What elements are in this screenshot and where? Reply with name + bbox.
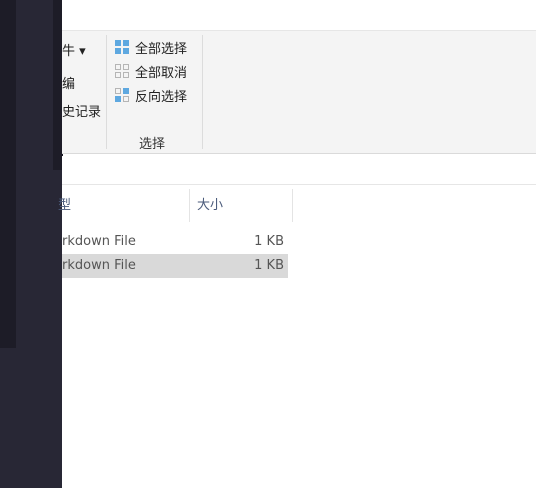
- select-none-button[interactable]: 全部取消: [114, 61, 187, 81]
- column-header-size[interactable]: 大小: [197, 186, 223, 222]
- column-header-row: 型 大小: [58, 186, 536, 222]
- select-all-label: 全部选择: [135, 41, 188, 57]
- column-separator[interactable]: [292, 189, 293, 222]
- ribbon-left-item-1[interactable]: 牛 ▾: [62, 40, 86, 59]
- file-row-selected[interactable]: rkdown File 1 KB: [62, 254, 288, 278]
- ribbon-left-item-2[interactable]: 编: [62, 73, 75, 92]
- select-none-label: 全部取消: [135, 65, 188, 81]
- file-type: rkdown File: [62, 258, 136, 273]
- file-type: rkdown File: [62, 234, 136, 249]
- ribbon-separator: [202, 35, 203, 149]
- file-size: 1 KB: [254, 234, 284, 249]
- background-window-dark-pane: [0, 0, 16, 348]
- ribbon-separator: [106, 35, 107, 149]
- select-none-icon: [115, 64, 129, 78]
- select-all-button[interactable]: 全部选择: [114, 37, 187, 57]
- column-header-type[interactable]: 型: [58, 186, 71, 222]
- select-all-icon: [115, 40, 129, 54]
- address-bar-area: [62, 156, 536, 185]
- invert-selection-label: 反向选择: [135, 89, 188, 105]
- ribbon: 牛 ▾ 编 史记录 全部选择 全部取消 反向选择 选择: [62, 31, 536, 154]
- file-size: 1 KB: [254, 258, 284, 273]
- file-row[interactable]: rkdown File 1 KB: [62, 230, 288, 254]
- invert-selection-icon: [115, 88, 129, 102]
- ribbon-left-item-3[interactable]: 史记录: [62, 101, 101, 120]
- invert-selection-button[interactable]: 反向选择: [114, 85, 187, 105]
- column-separator[interactable]: [189, 189, 190, 222]
- ribbon-tab-bar: [62, 0, 536, 31]
- select-group-label: 选择: [138, 137, 165, 152]
